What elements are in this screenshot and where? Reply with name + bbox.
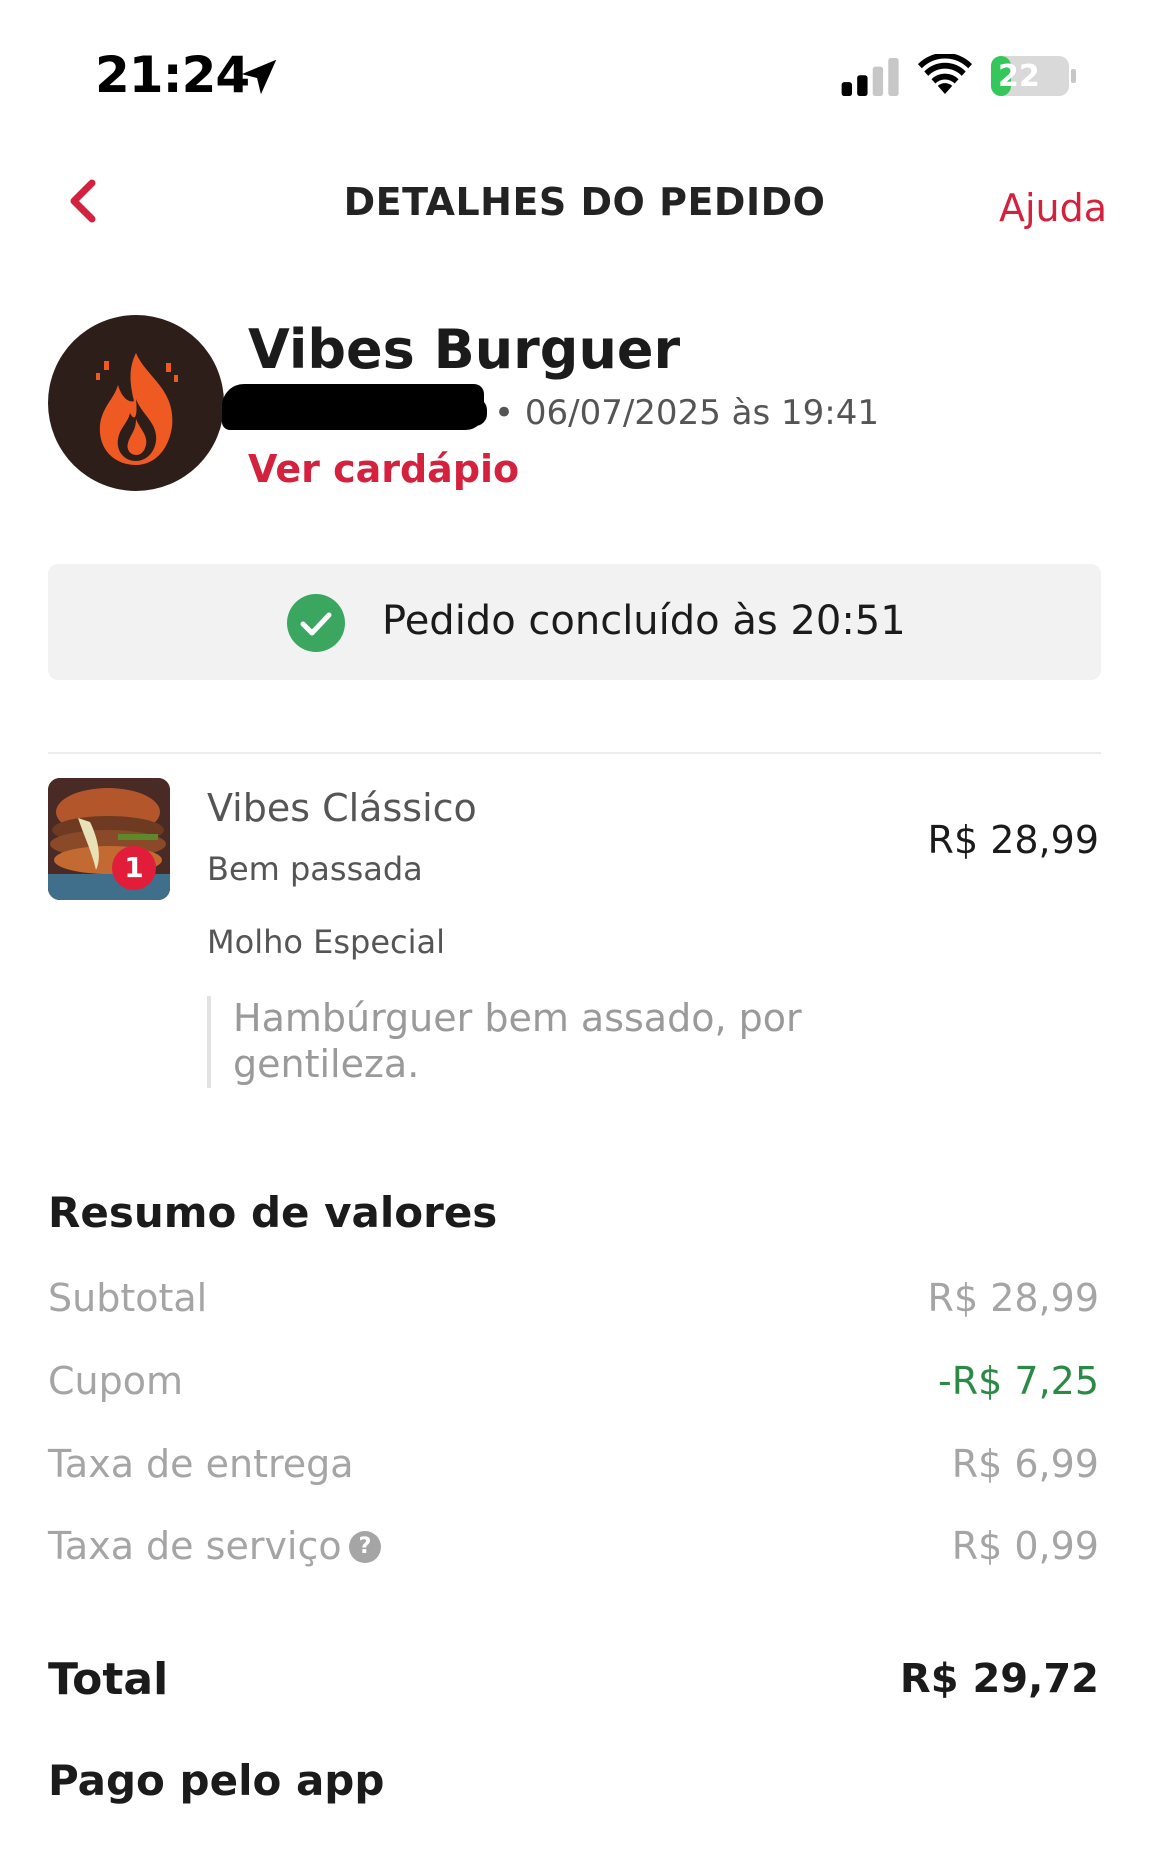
total-value: R$ 29,72 <box>899 1656 1099 1702</box>
item-name: Vibes Clássico <box>207 786 477 830</box>
flame-icon <box>96 353 178 465</box>
coupon-label: Cupom <box>48 1359 184 1403</box>
view-menu-link[interactable]: Ver cardápio <box>248 447 519 491</box>
battery-icon: 22 <box>990 54 1078 98</box>
redaction-mark <box>235 398 487 426</box>
note-bar <box>207 996 211 1088</box>
battery-level: 22 <box>998 59 1040 94</box>
delivery-fee-label: Taxa de entrega <box>48 1442 354 1486</box>
location-arrow-icon <box>241 59 277 95</box>
divider <box>48 752 1101 754</box>
order-datetime: • 06/07/2025 às 19:41 <box>494 393 879 433</box>
item-price: R$ 28,99 <box>927 818 1099 862</box>
subtotal-value: R$ 28,99 <box>927 1276 1099 1320</box>
info-icon[interactable]: ? <box>349 1531 381 1563</box>
order-status-text: Pedido concluído às 20:51 <box>382 598 906 644</box>
help-link[interactable]: Ajuda <box>999 186 1107 230</box>
subtotal-label: Subtotal <box>48 1276 208 1320</box>
coupon-value: -R$ 7,25 <box>938 1359 1099 1403</box>
store-logo[interactable] <box>48 315 224 491</box>
total-label: Total <box>48 1654 169 1705</box>
signal-icon <box>841 58 899 96</box>
service-fee-value: R$ 0,99 <box>951 1524 1099 1568</box>
item-quantity-badge: 1 <box>112 846 156 890</box>
page-title: DETALHES DO PEDIDO <box>343 180 826 224</box>
wifi-icon <box>918 54 972 94</box>
payment-method-label: Pago pelo app <box>48 1756 385 1805</box>
item-thumbnail <box>48 778 170 900</box>
delivery-fee-value: R$ 6,99 <box>951 1442 1099 1486</box>
item-note: Hambúrguer bem assado, por gentileza. <box>233 996 802 1086</box>
service-fee-label: Taxa de serviço <box>48 1524 342 1568</box>
status-time: 21:24 <box>95 46 250 104</box>
summary-title: Resumo de valores <box>48 1188 498 1237</box>
item-option: Bem passada <box>207 850 423 888</box>
store-name: Vibes Burguer <box>248 318 681 381</box>
check-circle-icon <box>287 594 345 652</box>
item-option: Molho Especial <box>207 923 445 961</box>
